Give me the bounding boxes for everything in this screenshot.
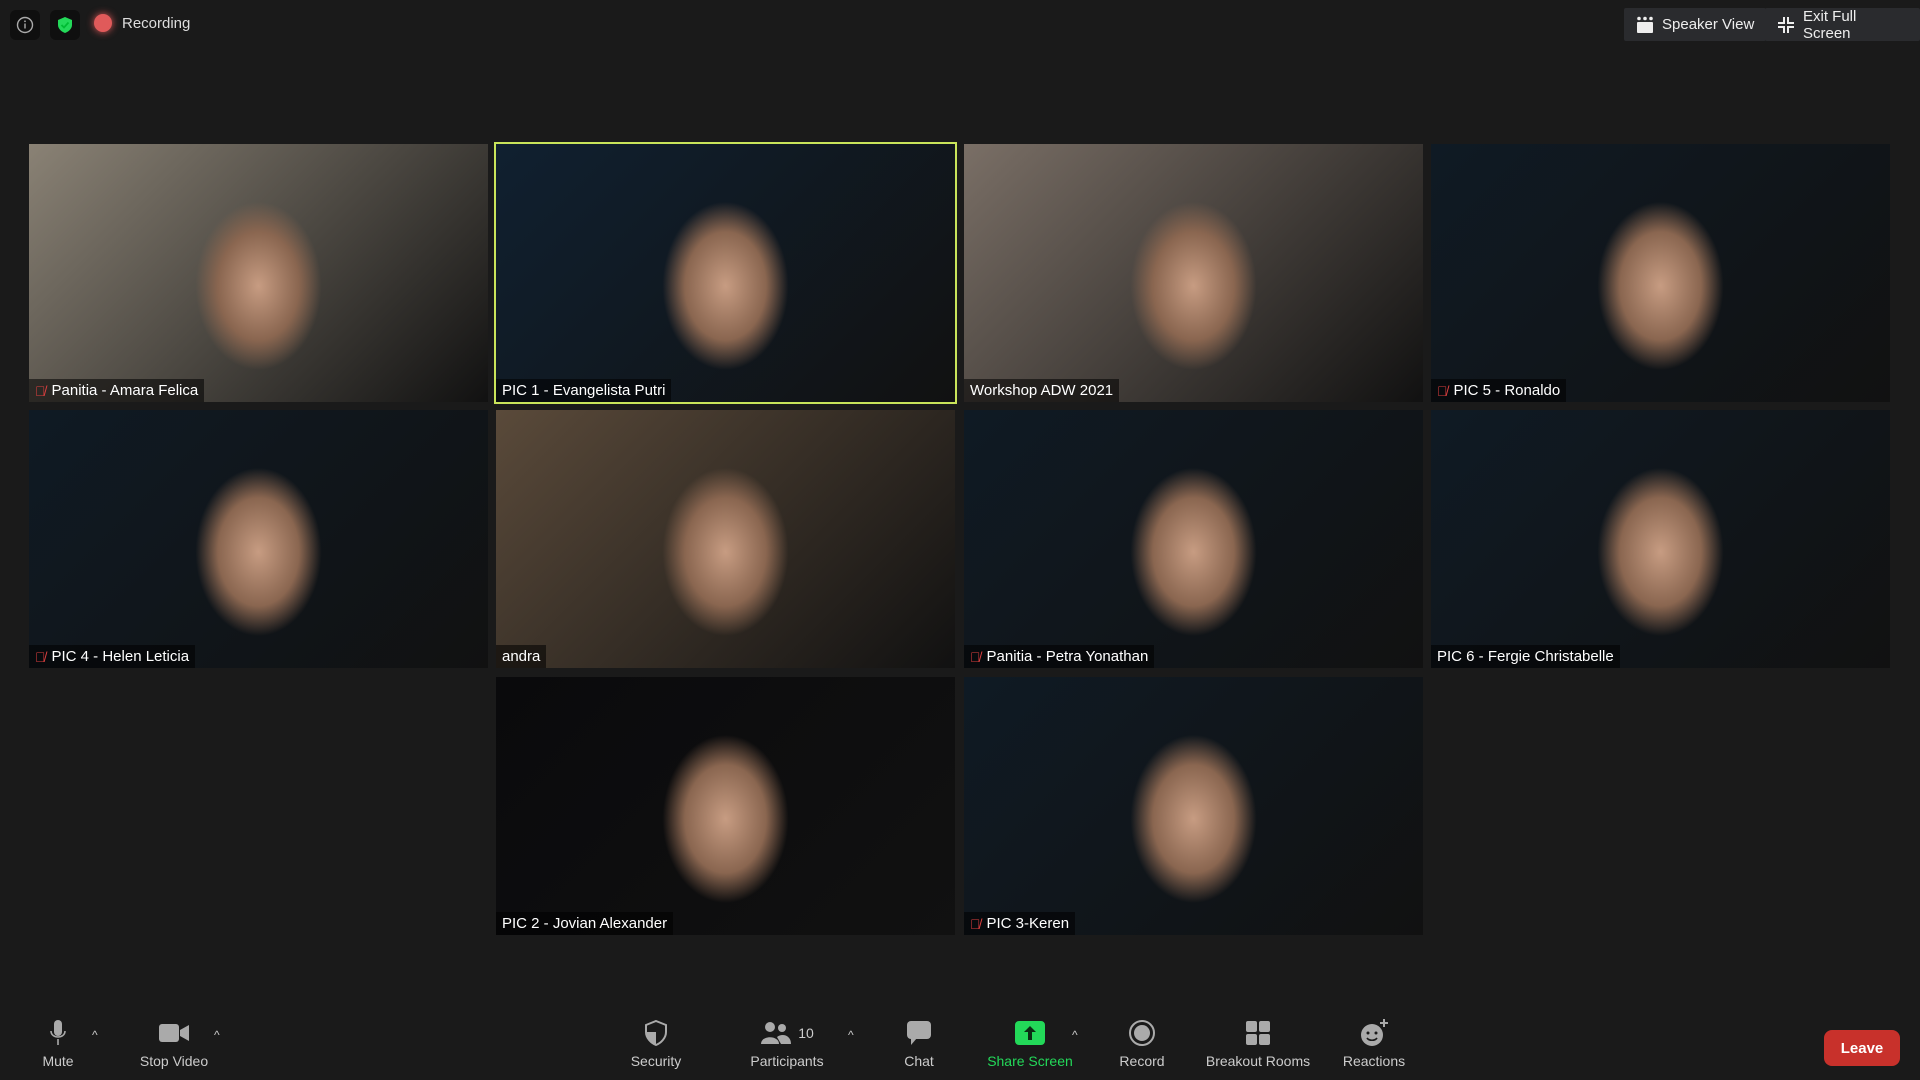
participant-video-tile[interactable]: PIC 1 - Evangelista Putri	[494, 142, 957, 404]
participant-video-tile[interactable]: PIC 2 - Jovian Alexander	[496, 677, 955, 935]
mute-button[interactable]: Mute	[34, 1008, 82, 1080]
shield-check-icon	[58, 17, 72, 33]
share-screen-label: Share Screen	[987, 1053, 1073, 1069]
audio-options-caret[interactable]: ^	[92, 1028, 98, 1042]
participants-label: Participants	[750, 1053, 824, 1069]
leave-button[interactable]: Leave	[1824, 1030, 1900, 1066]
participant-name-label: PIC 6 - Fergie Christabelle	[1431, 645, 1620, 668]
exit-full-screen-icon	[1778, 16, 1794, 33]
recording-dot-icon	[94, 14, 112, 32]
recording-label: Recording	[122, 14, 191, 32]
participant-name: PIC 3-Keren	[986, 915, 1070, 932]
info-icon	[16, 16, 34, 34]
participant-name: PIC 5 - Ronaldo	[1453, 382, 1561, 399]
security-button[interactable]: Security	[622, 1008, 690, 1080]
participant-name: PIC 6 - Fergie Christabelle	[1437, 648, 1614, 665]
emoji-add-icon	[1361, 1019, 1388, 1046]
breakout-rooms-label: Breakout Rooms	[1205, 1053, 1311, 1069]
participant-video-feed	[1431, 144, 1890, 402]
participant-video-feed	[496, 144, 955, 402]
shield-icon	[645, 1020, 667, 1046]
record-button[interactable]: Record	[1114, 1008, 1170, 1080]
chat-bubble-icon	[907, 1021, 931, 1045]
muted-microphone-icon: 🎙̸	[35, 648, 46, 665]
participant-video-feed	[496, 677, 955, 935]
video-camera-icon	[159, 1024, 189, 1042]
speaker-view-icon	[1637, 16, 1653, 33]
participant-name-label: PIC 1 - Evangelista Putri	[496, 379, 672, 402]
participant-name: Panitia - Amara Felica	[51, 382, 199, 399]
stop-video-label: Stop Video	[139, 1053, 209, 1069]
stop-video-button[interactable]: Stop Video	[134, 1008, 214, 1080]
participant-video-tile[interactable]: andra	[496, 410, 955, 668]
participant-video-tile[interactable]: 🎙̸ PIC 4 - Helen Leticia	[29, 410, 488, 668]
meeting-info-button[interactable]	[10, 10, 40, 40]
participant-name: andra	[502, 648, 541, 665]
participant-name: PIC 4 - Helen Leticia	[51, 648, 190, 665]
participant-name: PIC 2 - Jovian Alexander	[502, 915, 668, 932]
meeting-toolbar: Mute ^ Stop Video ^ Security 10 Particip…	[0, 1008, 1920, 1080]
participant-video-feed	[29, 144, 488, 402]
record-label: Record	[1119, 1053, 1165, 1069]
participant-video-tile[interactable]: Workshop ADW 2021	[964, 144, 1423, 402]
breakout-rooms-icon	[1246, 1021, 1270, 1045]
security-status-button[interactable]	[50, 10, 80, 40]
reactions-label: Reactions	[1342, 1053, 1406, 1069]
participant-name-label: 🎙̸ Panitia - Amara Felica	[29, 379, 205, 402]
participant-name-label: 🎙̸ PIC 3-Keren	[964, 912, 1076, 935]
security-label: Security	[630, 1053, 682, 1069]
speaker-view-label: Speaker View	[1662, 16, 1755, 33]
share-screen-button[interactable]: Share Screen	[984, 1008, 1076, 1080]
breakout-rooms-button[interactable]: Breakout Rooms	[1200, 1008, 1316, 1080]
top-bar: Recording Speaker View Exit Full Screen	[0, 0, 1920, 50]
muted-microphone-icon: 🎙̸	[970, 915, 981, 932]
participant-name: PIC 1 - Evangelista Putri	[502, 382, 666, 399]
participant-video-feed	[964, 410, 1423, 668]
reactions-button[interactable]: Reactions	[1338, 1008, 1410, 1080]
participant-video-feed	[964, 677, 1423, 935]
participant-video-tile[interactable]: 🎙̸ Panitia - Amara Felica	[29, 144, 488, 402]
participant-name-label: 🎙̸ Panitia - Petra Yonathan	[964, 645, 1155, 668]
exit-full-screen-label: Exit Full Screen	[1803, 7, 1857, 42]
participant-name-label: Workshop ADW 2021	[964, 379, 1120, 402]
exit-full-screen-button[interactable]: Exit Full Screen	[1765, 7, 1920, 42]
speaker-view-button[interactable]: Speaker View	[1624, 8, 1767, 41]
participant-video-feed	[496, 410, 955, 668]
participant-name-label: andra	[496, 645, 547, 668]
chat-button[interactable]: Chat	[894, 1008, 944, 1080]
participant-video-feed	[964, 144, 1423, 402]
record-icon	[1129, 1020, 1155, 1046]
participant-name-label: 🎙̸ PIC 5 - Ronaldo	[1431, 379, 1567, 402]
participants-button[interactable]: 10 Participants	[744, 1008, 830, 1080]
participant-name: Workshop ADW 2021	[970, 382, 1114, 399]
participants-options-caret[interactable]: ^	[848, 1028, 854, 1042]
participant-name-label: PIC 2 - Jovian Alexander	[496, 912, 674, 935]
muted-microphone-icon: 🎙̸	[970, 648, 981, 665]
muted-microphone-icon: 🎙̸	[35, 382, 46, 399]
microphone-icon	[50, 1020, 66, 1045]
mute-label: Mute	[42, 1053, 74, 1069]
participants-icon	[761, 1022, 792, 1044]
participant-video-feed	[1431, 410, 1890, 668]
share-options-caret[interactable]: ^	[1072, 1028, 1078, 1042]
participants-count: 10	[798, 1025, 814, 1041]
recording-indicator[interactable]: Recording	[94, 14, 190, 32]
chat-label: Chat	[904, 1053, 934, 1069]
participant-video-tile[interactable]: 🎙̸ Panitia - Petra Yonathan	[964, 410, 1423, 668]
participant-video-feed	[29, 410, 488, 668]
video-options-caret[interactable]: ^	[214, 1028, 220, 1042]
participant-name: Panitia - Petra Yonathan	[986, 648, 1149, 665]
participant-name-label: 🎙̸ PIC 4 - Helen Leticia	[29, 645, 196, 668]
participant-video-tile[interactable]: PIC 6 - Fergie Christabelle	[1431, 410, 1890, 668]
share-screen-icon	[1015, 1021, 1045, 1045]
muted-microphone-icon: 🎙̸	[1437, 382, 1448, 399]
participant-video-tile[interactable]: 🎙̸ PIC 5 - Ronaldo	[1431, 144, 1890, 402]
participant-video-tile[interactable]: 🎙̸ PIC 3-Keren	[964, 677, 1423, 935]
